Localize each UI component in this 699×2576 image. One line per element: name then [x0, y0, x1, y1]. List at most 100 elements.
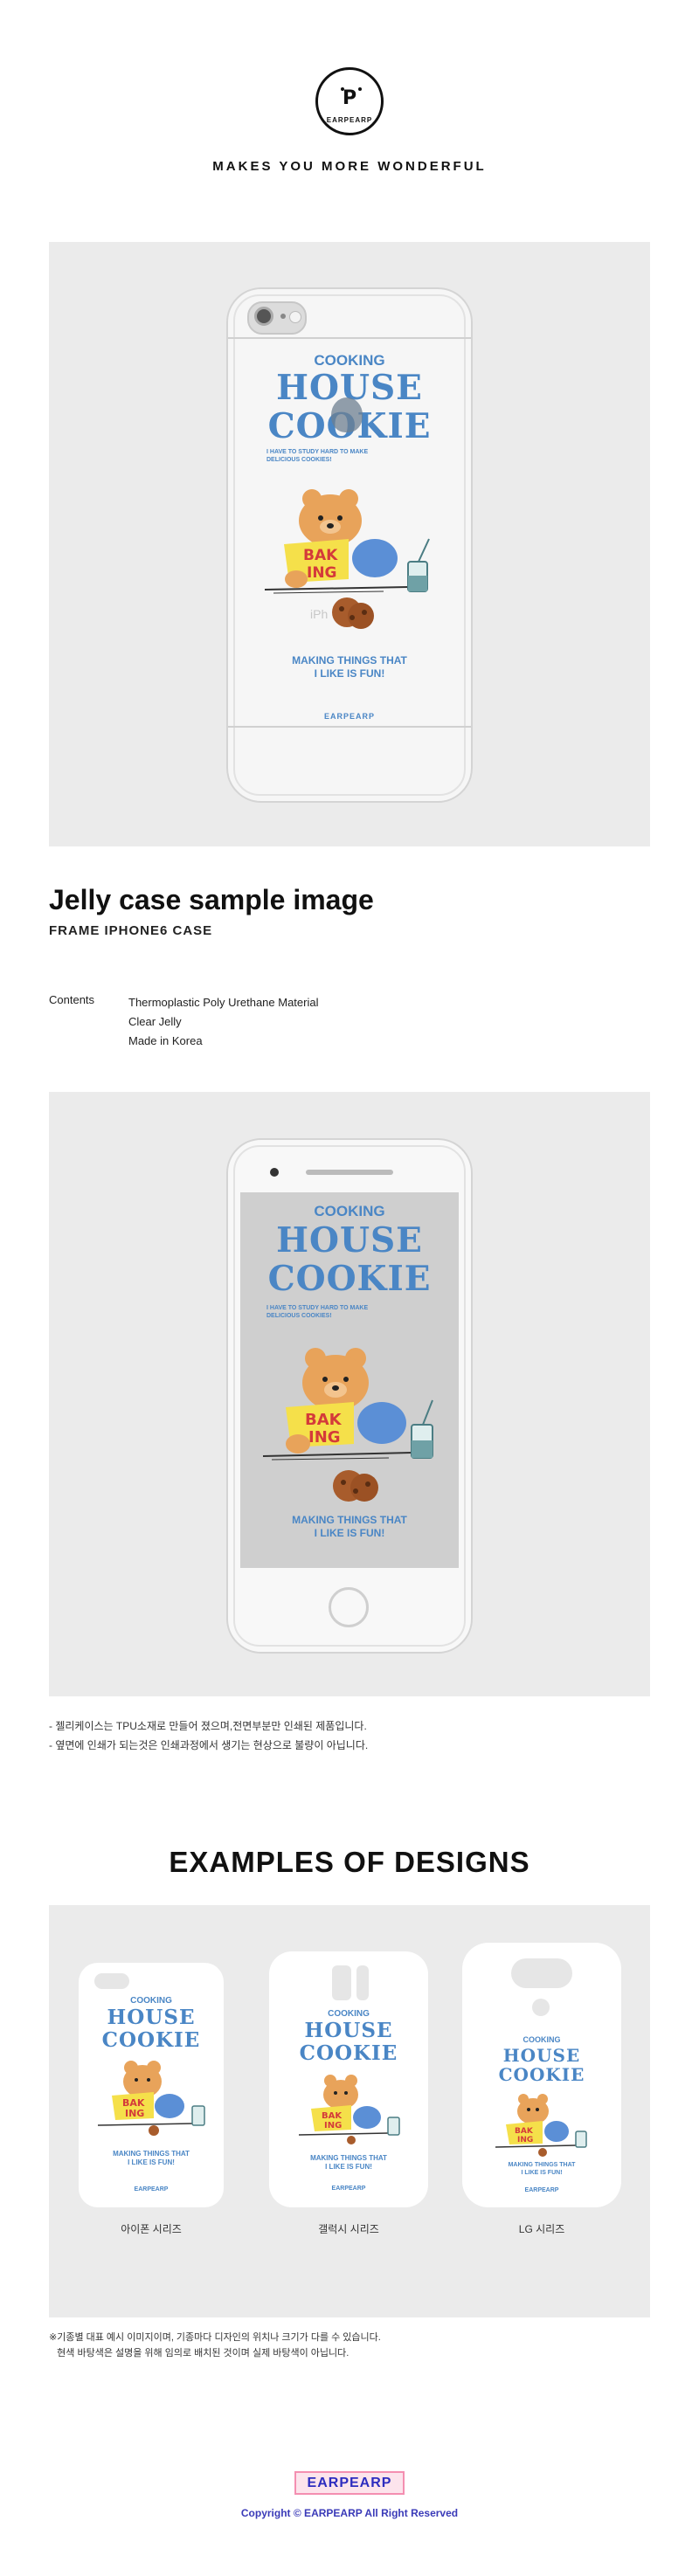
logo-letter: P — [342, 87, 357, 109]
ex3-bear-illustration: BAK ING — [495, 2094, 587, 2157]
ex3-cooking: COOKING — [523, 2035, 561, 2044]
ex2-house: HOUSE — [304, 2019, 393, 2042]
ex3-book-bottom: ING — [517, 2136, 533, 2144]
speaker-grille — [306, 1170, 393, 1175]
lg-fingerprint-cutout — [532, 1999, 550, 2016]
ex2-bear-illustration: BAK ING — [298, 2075, 400, 2144]
ex2-making: MAKING THINGS THAT I LIKE IS FUN! — [269, 2154, 428, 2172]
screen-house: HOUSE — [276, 1220, 423, 1260]
screen-small-line1: I HAVE TO STUDY HARD TO MAKE — [266, 1305, 369, 1311]
contents-list: Thermoplastic Poly Urethane Material Cle… — [128, 993, 318, 1051]
logo-ring-text: EARPEARP — [326, 116, 373, 124]
ex1-bear-illustration: BAK ING — [97, 2061, 205, 2136]
footer-brand-logo: EARPEARP — [294, 2471, 405, 2495]
ex2-making-line2: I LIKE IS FUN! — [325, 2163, 372, 2171]
footnote-line: ※기종별 대표 예시 이미지이며, 기종마다 디자인의 위치나 크기가 다를 수… — [49, 2332, 381, 2343]
design-small-text: I HAVE TO STUDY HARD TO MAKE DELICIOUS C… — [266, 448, 368, 464]
bear-baking-illustration: BAK ING — [264, 489, 430, 594]
cookie-illustration — [332, 597, 374, 629]
contents-label: Contents — [49, 993, 95, 1006]
design-cooking: COOKING — [314, 352, 385, 369]
examples-title: EXAMPLES OF DESIGNS — [169, 1846, 530, 1878]
antenna-line-top — [228, 337, 471, 339]
section-title: Jelly case sample image — [49, 884, 374, 915]
making-line1: MAKING THINGS THAT — [292, 654, 407, 666]
ex1-house: HOUSE — [107, 2006, 196, 2029]
book-baking-top: BAK — [303, 547, 338, 564]
examples-panel: COOKING HOUSE COOKIE BAK ING MAKING THIN… — [49, 1905, 650, 2317]
making-line2: I LIKE IS FUN! — [314, 667, 385, 680]
ex3-making: MAKING THINGS THAT I LIKE IS FUN! — [462, 2161, 621, 2177]
ex2-cookie: COOKIE — [299, 2041, 398, 2065]
ex1-making-line2: I LIKE IS FUN! — [128, 2158, 175, 2166]
contents-item: Made in Korea — [128, 1034, 203, 1047]
phone-screen: COOKING HOUSE COOKIE I HAVE TO STUDY HAR… — [240, 1192, 459, 1568]
brand-tagline: MAKES YOU MORE WONDERFUL — [212, 159, 487, 174]
screen-small-text: I HAVE TO STUDY HARD TO MAKE DELICIOUS C… — [266, 1304, 368, 1320]
screen-making-line2: I LIKE IS FUN! — [314, 1527, 385, 1539]
ex1-cookie: COOKIE — [101, 2028, 201, 2052]
ex1-cooking: COOKING — [130, 1996, 172, 2006]
contents-item: Thermoplastic Poly Urethane Material — [128, 996, 319, 1009]
brand-logo: P EARPEARP — [315, 67, 384, 135]
screen-cookie-illustration — [333, 1470, 378, 1502]
ex3-brand: EARPEARP — [524, 2187, 559, 2193]
screen-book-baking-top: BAK — [305, 1411, 343, 1429]
screen-cookie: COOKIE — [267, 1259, 432, 1299]
ex2-brand: EARPEARP — [331, 2186, 366, 2192]
small-text-line2: DELICIOUS COOKIES! — [266, 457, 332, 463]
example-label-galaxy: 갤럭시 시리즈 — [318, 2223, 379, 2235]
small-text-line1: I HAVE TO STUDY HARD TO MAKE — [266, 449, 369, 455]
contents-item: Clear Jelly — [128, 1015, 182, 1028]
screen-small-line2: DELICIOUS COOKIES! — [266, 1313, 332, 1319]
example-label-lg: LG 시리즈 — [518, 2223, 565, 2235]
ex2-book-top: BAK — [322, 2111, 343, 2121]
ex3-making-line1: MAKING THINGS THAT — [508, 2162, 576, 2168]
example-label-iphone: 아이폰 시리즈 — [121, 2223, 182, 2235]
book-baking-bottom: ING — [307, 564, 337, 582]
case-brand-label: EARPEARP — [323, 712, 375, 721]
galaxy-camera-cutout — [332, 1965, 351, 2000]
camera-lens-icon — [254, 307, 273, 326]
screen-bear-illustration: BAK ING — [262, 1348, 433, 1461]
ex1-making-line1: MAKING THINGS THAT — [113, 2150, 190, 2158]
ex2-making-line1: MAKING THINGS THAT — [310, 2154, 387, 2162]
home-button-icon — [329, 1587, 369, 1627]
ex3-cookie: COOKIE — [498, 2064, 585, 2085]
ex3-book-top: BAK — [515, 2127, 534, 2136]
screen-book-baking-bottom: ING — [308, 1428, 341, 1447]
antenna-line-bottom — [228, 726, 471, 728]
note-line: - 옆면에 인쇄가 되는것은 인쇄과정에서 생기는 현상으로 불량이 아닙니다. — [49, 1739, 369, 1751]
ex1-book-bottom: ING — [125, 2108, 144, 2119]
screen-making-text: MAKING THINGS THAT I LIKE IS FUN! — [240, 1514, 459, 1540]
galaxy-sensor-cutout — [356, 1965, 369, 2000]
note-line: - 젤리케이스는 TPU소재로 만들어 졌으며,전면부분만 인쇄된 제품입니다. — [49, 1720, 367, 1732]
phone-back-case: COOKING HOUSE COOKIE I HAVE TO STUDY HAR… — [226, 287, 473, 803]
ex3-making-line2: I LIKE IS FUN! — [521, 2170, 563, 2176]
sample-image-panel-front: COOKING HOUSE COOKIE I HAVE TO STUDY HAR… — [49, 1092, 650, 1696]
section-subtitle: FRAME IPHONE6 CASE — [49, 923, 213, 938]
flash-icon — [289, 311, 301, 323]
microphone-icon — [280, 314, 286, 319]
example-lg-case: COOKING HOUSE COOKIE BAK ING MAKING THIN… — [462, 1943, 621, 2207]
footnote-line: 현색 바탕색은 설명을 위해 임의로 배치된 것이며 실제 바탕색이 아닙니다. — [49, 2348, 350, 2358]
front-camera-icon — [270, 1168, 279, 1177]
ex3-house: HOUSE — [502, 2045, 581, 2066]
iphone-camera-cutout — [94, 1973, 129, 1989]
sample-image-panel-back: COOKING HOUSE COOKIE I HAVE TO STUDY HAR… — [49, 242, 650, 846]
ex2-cooking: COOKING — [328, 2009, 370, 2019]
ex1-making: MAKING THINGS THAT I LIKE IS FUN! — [79, 2150, 224, 2167]
ex1-brand: EARPEARP — [134, 2186, 169, 2193]
ex2-book-bottom: ING — [324, 2121, 342, 2131]
design-making-text: MAKING THINGS THAT I LIKE IS FUN! — [228, 654, 471, 680]
lg-camera-cutout — [511, 1958, 572, 1988]
apple-logo-icon — [331, 397, 363, 432]
footer-copyright: Copyright © EARPEARP All Right Reserved — [240, 2507, 459, 2519]
example-galaxy-case: COOKING HOUSE COOKIE BAK ING MAKING THIN… — [269, 1951, 428, 2207]
camera-module — [247, 301, 307, 335]
iphone-engraving: iPh — [310, 607, 329, 621]
screen-making-line1: MAKING THINGS THAT — [292, 1514, 407, 1526]
screen-cooking: COOKING — [314, 1203, 385, 1219]
example-iphone-case: COOKING HOUSE COOKIE BAK ING MAKING THIN… — [79, 1963, 224, 2207]
phone-front-case: COOKING HOUSE COOKIE I HAVE TO STUDY HAR… — [226, 1138, 473, 1654]
